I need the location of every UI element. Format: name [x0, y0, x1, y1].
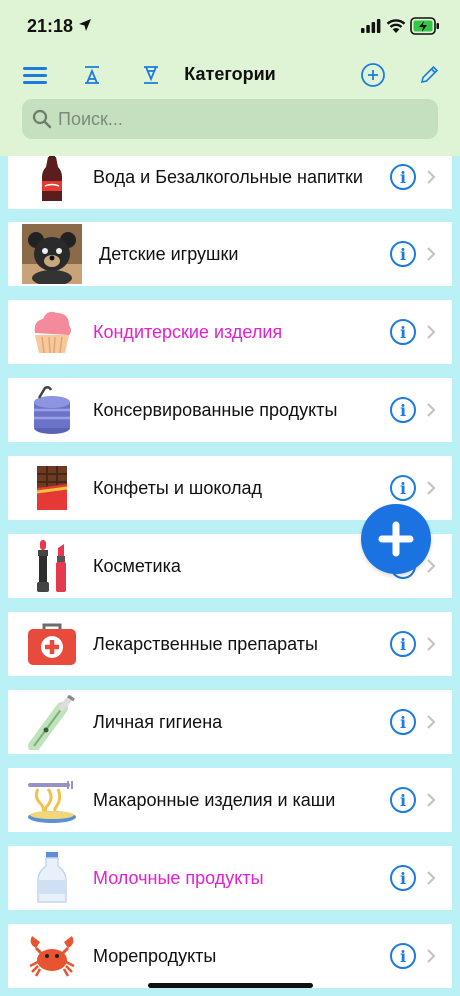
category-row[interactable]: Макаронные изделия и каши i — [8, 768, 452, 832]
chevron-right-icon — [427, 247, 436, 261]
page-title: Категории — [184, 64, 276, 84]
category-label: Личная гигиена — [93, 711, 223, 732]
category-label: Макаронные изделия и каши — [93, 789, 336, 810]
search-bar[interactable] — [22, 99, 438, 139]
menu-button[interactable] — [20, 60, 50, 90]
edit-button[interactable] — [414, 60, 444, 90]
category-row[interactable]: Лекарственные препараты i — [8, 612, 452, 676]
info-icon[interactable]: i — [390, 709, 416, 735]
chocolate-bar-icon — [22, 458, 82, 518]
floating-add-button[interactable] — [361, 504, 431, 574]
chevron-right-icon — [427, 170, 436, 184]
category-row[interactable]: Морепродукты i — [8, 924, 452, 988]
category-row[interactable]: Детские игрушки i — [8, 222, 452, 286]
category-label: Лекарственные препараты — [93, 633, 318, 654]
sort-descending-button[interactable] — [136, 60, 166, 90]
category-row[interactable]: Молочные продукты i — [8, 846, 452, 910]
category-label: Морепродукты — [93, 945, 217, 966]
status-time: 21:18 — [27, 16, 74, 36]
category-label: Конфеты и шоколад — [93, 477, 263, 498]
info-icon[interactable]: i — [390, 241, 416, 267]
info-icon[interactable]: i — [390, 787, 416, 813]
info-icon[interactable]: i — [390, 475, 416, 501]
hamburger-menu-icon — [23, 67, 47, 84]
search-input[interactable] — [58, 108, 418, 130]
category-label: Консервированные продукты — [93, 399, 338, 420]
cellular-signal-icon — [361, 19, 381, 33]
info-icon[interactable]: i — [390, 397, 416, 423]
first-aid-kit-icon — [22, 614, 82, 674]
chevron-right-icon — [427, 871, 436, 885]
crab-icon — [22, 926, 82, 986]
category-label: Детские игрушки — [99, 243, 239, 264]
category-row[interactable]: Личная гигиена i — [8, 690, 452, 754]
pencil-icon — [420, 65, 439, 84]
info-icon[interactable]: i — [390, 164, 416, 190]
chevron-right-icon — [427, 403, 436, 417]
wifi-icon — [386, 19, 406, 33]
status-bar: 21:18 — [0, 0, 460, 54]
soda-bottle-icon — [22, 147, 82, 207]
chevron-right-icon — [427, 715, 436, 729]
category-row[interactable]: Консервированные продукты i — [8, 378, 452, 442]
battery-charging-icon — [410, 17, 439, 35]
info-icon[interactable]: i — [390, 631, 416, 657]
category-row[interactable]: Кондитерские изделия i — [8, 300, 452, 364]
chevron-right-icon — [427, 481, 436, 495]
info-icon[interactable]: i — [390, 865, 416, 891]
search-icon — [32, 109, 52, 129]
add-circle-icon — [361, 63, 385, 87]
category-label: Косметика — [93, 555, 181, 576]
toothbrush-icon — [22, 692, 82, 752]
chevron-right-icon — [427, 325, 436, 339]
plus-icon — [378, 521, 414, 557]
chevron-right-icon — [427, 559, 436, 573]
milk-bottle-icon — [22, 848, 82, 908]
home-indicator — [148, 983, 313, 988]
lipstick-icon — [22, 536, 82, 596]
category-label: Молочные продукты — [93, 867, 264, 888]
top-bar: 21:18 Категории Поиск... — [0, 0, 460, 156]
chevron-right-icon — [427, 949, 436, 963]
navigation-bar: Категории — [0, 54, 460, 94]
category-label: Вода и Безалкогольные напитки — [93, 166, 363, 187]
cupcake-icon — [22, 302, 82, 362]
sort-ascending-button[interactable] — [77, 60, 107, 90]
chevron-right-icon — [427, 637, 436, 651]
info-icon[interactable]: i — [390, 319, 416, 345]
category-label: Кондитерские изделия — [93, 321, 283, 342]
tin-can-icon — [22, 380, 82, 440]
pasta-icon — [22, 770, 82, 830]
location-arrow-icon — [79, 19, 91, 31]
info-icon[interactable]: i — [390, 943, 416, 969]
sort-descending-icon — [144, 66, 158, 84]
teddy-bear-photo — [22, 224, 82, 284]
chevron-right-icon — [427, 793, 436, 807]
add-category-button[interactable] — [358, 60, 388, 90]
sort-ascending-icon — [85, 66, 99, 84]
